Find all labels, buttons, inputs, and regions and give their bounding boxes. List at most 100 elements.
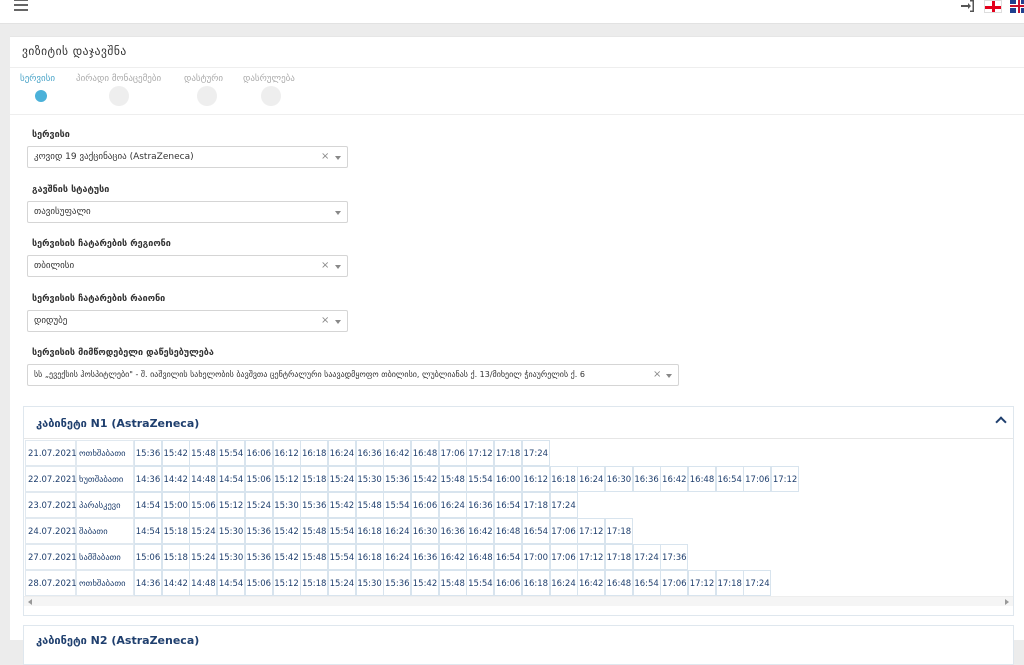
time-slot-button[interactable]: 16:36 (466, 492, 495, 518)
time-slot-button[interactable]: 15:24 (189, 544, 218, 570)
time-slot-button[interactable]: 16:24 (327, 440, 356, 466)
district-select[interactable]: დიდუბე × (27, 310, 348, 332)
time-slot-button[interactable]: 17:12 (688, 570, 716, 596)
time-slot-button[interactable]: 15:36 (383, 466, 412, 492)
time-slot-button[interactable]: 16:18 (521, 570, 550, 596)
time-slot-button[interactable]: 17:06 (660, 570, 689, 596)
time-slot-button[interactable]: 16:06 (244, 440, 273, 466)
service-select[interactable]: კოვიდ 19 ვაქცინაცია (AstraZeneca) × (27, 146, 348, 168)
time-slot-button[interactable]: 17:00 (521, 544, 550, 570)
time-slot-button[interactable]: 15:48 (300, 518, 329, 544)
time-slot-button[interactable]: 16:36 (632, 466, 661, 492)
scroll-right-icon[interactable] (1005, 599, 1009, 605)
time-slot-button[interactable]: 16:48 (466, 544, 495, 570)
time-slot-button[interactable]: 17:06 (743, 466, 772, 492)
time-slot-button[interactable]: 16:24 (438, 492, 467, 518)
time-slot-button[interactable]: 15:42 (272, 518, 301, 544)
time-slot-button[interactable]: 16:30 (604, 466, 633, 492)
time-slot-button[interactable]: 17:18 (604, 518, 633, 544)
step-completion[interactable]: დასრულება (243, 74, 295, 84)
time-slot-button[interactable]: 16:12 (521, 466, 550, 492)
time-slot-button[interactable]: 16:30 (411, 518, 439, 544)
time-slot-button[interactable]: 15:24 (244, 492, 273, 518)
time-slot-button[interactable]: 16:24 (549, 570, 578, 596)
region-select[interactable]: თბილისი × (27, 255, 348, 277)
time-slot-button[interactable]: 16:18 (355, 518, 384, 544)
time-slot-button[interactable]: 14:48 (189, 466, 218, 492)
time-slot-button[interactable]: 14:36 (134, 466, 162, 492)
step-confirmation[interactable]: დასტური (184, 74, 223, 84)
time-slot-button[interactable]: 17:24 (521, 440, 550, 466)
time-slot-button[interactable]: 17:24 (632, 544, 661, 570)
time-slot-button[interactable]: 15:42 (272, 544, 301, 570)
time-slot-button[interactable]: 15:42 (411, 466, 439, 492)
time-slot-button[interactable]: 14:54 (134, 492, 162, 518)
time-slot-button[interactable]: 15:48 (189, 440, 218, 466)
time-slot-button[interactable]: 16:42 (466, 518, 495, 544)
chevron-down-icon[interactable] (335, 320, 341, 324)
time-slot-button[interactable]: 16:18 (549, 466, 578, 492)
scroll-left-icon[interactable] (28, 599, 32, 605)
time-slot-button[interactable]: 16:54 (494, 544, 523, 570)
time-slot-button[interactable]: 14:42 (161, 466, 190, 492)
time-slot-button[interactable]: 17:18 (604, 544, 633, 570)
time-slot-button[interactable]: 15:18 (300, 570, 329, 596)
time-slot-button[interactable]: 16:00 (494, 466, 523, 492)
time-slot-button[interactable]: 16:48 (688, 466, 716, 492)
time-slot-button[interactable]: 15:18 (300, 466, 329, 492)
time-slot-button[interactable]: 15:42 (411, 570, 439, 596)
time-slot-button[interactable]: 15:36 (244, 544, 273, 570)
clear-icon[interactable]: × (321, 260, 329, 271)
time-slot-button[interactable]: 14:54 (134, 518, 162, 544)
cabinet-panel-2[interactable]: კაბინეტი N2 (AstraZeneca) (23, 625, 1014, 665)
time-slot-button[interactable]: 16:24 (577, 466, 606, 492)
time-slot-button[interactable]: 14:42 (161, 570, 190, 596)
time-slot-button[interactable]: 15:00 (161, 492, 190, 518)
time-slot-button[interactable]: 15:36 (300, 492, 329, 518)
time-slot-button[interactable]: 16:18 (300, 440, 329, 466)
flag-georgia-icon[interactable] (984, 0, 1002, 13)
time-slot-button[interactable]: 16:12 (272, 440, 301, 466)
time-slot-button[interactable]: 17:06 (549, 518, 578, 544)
time-slot-button[interactable]: 14:54 (217, 570, 246, 596)
chevron-down-icon[interactable] (335, 265, 341, 269)
time-slot-button[interactable]: 15:24 (327, 466, 356, 492)
time-slot-button[interactable]: 17:12 (577, 518, 606, 544)
time-slot-button[interactable]: 15:30 (217, 544, 246, 570)
time-slot-button[interactable]: 15:54 (217, 440, 246, 466)
time-slot-button[interactable]: 16:42 (383, 440, 412, 466)
time-slot-button[interactable]: 15:36 (134, 440, 162, 466)
time-slot-button[interactable]: 16:54 (494, 492, 523, 518)
time-slot-button[interactable]: 15:54 (327, 544, 356, 570)
time-slot-button[interactable]: 15:18 (161, 544, 190, 570)
time-slot-button[interactable]: 17:06 (549, 544, 578, 570)
time-slot-button[interactable]: 16:54 (715, 466, 744, 492)
step-service[interactable]: სერვისი (20, 74, 55, 84)
time-slot-button[interactable]: 14:54 (217, 466, 246, 492)
time-slot-button[interactable]: 15:06 (134, 544, 162, 570)
time-slot-button[interactable]: 16:36 (355, 440, 384, 466)
time-slot-button[interactable]: 15:30 (355, 570, 384, 596)
status-select[interactable]: თავისუფალი (27, 201, 348, 223)
time-slot-button[interactable]: 15:12 (217, 492, 246, 518)
time-slot-button[interactable]: 15:48 (300, 544, 329, 570)
time-slot-button[interactable]: 17:06 (438, 440, 467, 466)
login-icon[interactable] (961, 0, 975, 12)
time-slot-button[interactable]: 16:42 (660, 466, 689, 492)
time-slot-button[interactable]: 16:18 (355, 544, 384, 570)
time-slot-button[interactable]: 17:24 (743, 570, 772, 596)
time-slot-button[interactable]: 15:36 (383, 570, 412, 596)
time-slot-button[interactable]: 15:30 (217, 518, 246, 544)
time-slot-button[interactable]: 17:36 (660, 544, 689, 570)
time-slot-button[interactable]: 15:30 (355, 466, 384, 492)
time-slot-button[interactable]: 16:54 (632, 570, 661, 596)
time-slot-button[interactable]: 15:54 (327, 518, 356, 544)
cabinet-panel-header[interactable]: კაბინეტი N1 (AstraZeneca) (24, 407, 1013, 439)
time-slot-button[interactable]: 16:48 (411, 440, 439, 466)
time-slot-button[interactable]: 15:54 (383, 492, 412, 518)
flag-uk-icon[interactable] (1010, 0, 1024, 13)
horizontal-scrollbar[interactable] (24, 596, 1013, 606)
time-slot-button[interactable]: 16:36 (411, 544, 439, 570)
time-slot-button[interactable]: 16:06 (494, 570, 523, 596)
chevron-down-icon[interactable] (335, 211, 341, 215)
